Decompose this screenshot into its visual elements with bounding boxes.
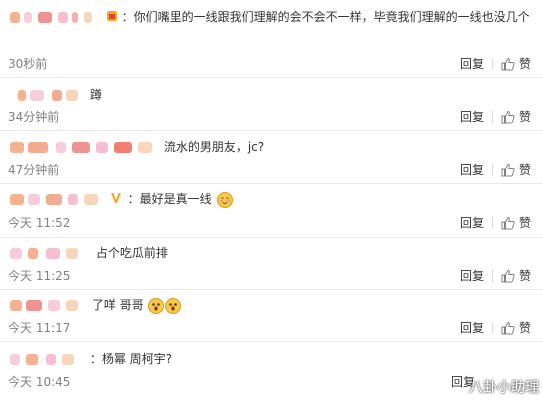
comment-actions: 回复 赞: [460, 319, 531, 336]
like-button[interactable]: 赞: [501, 108, 531, 125]
comment-item: ：最好是真一线 今天 11:52 回复 赞: [0, 184, 543, 238]
comment-item: ：杨幂 周柯宇? 今天 10:45 回复: [0, 342, 543, 403]
reply-button[interactable]: 回复: [460, 161, 484, 178]
divider: [491, 321, 493, 334]
blurred-username[interactable]: [8, 141, 158, 155]
comment-actions: 回复 赞: [460, 55, 531, 72]
comment-item: 流水的男朋友，jc? 47分钟前 回复 赞: [0, 131, 543, 184]
divider: [491, 57, 493, 70]
like-button[interactable]: 赞: [501, 55, 531, 72]
comment-item: 了咩 哥哥 今天 11:17 回复 赞: [0, 290, 543, 342]
comment-content: 了咩 哥哥: [8, 296, 535, 314]
comment-time: 今天 11:25: [8, 269, 71, 283]
reply-button[interactable]: 回复: [460, 267, 484, 284]
comment-text: 占个吃瓜前排: [95, 246, 168, 260]
comment-actions: 回复 赞: [460, 108, 531, 125]
blurred-username[interactable]: [8, 247, 90, 261]
reply-button[interactable]: 回复: [460, 55, 484, 72]
comment-text: ：最好是真一线: [127, 192, 212, 206]
blush-emoji-icon: [216, 191, 233, 208]
divider: [491, 269, 493, 282]
divider: [491, 216, 493, 229]
blurred-username[interactable]: [8, 353, 84, 367]
reply-button[interactable]: 回复: [460, 108, 484, 125]
comment-content: ：你们嘴里的一线跟我们理解的会不会不一样，毕竟我们理解的一线也没几个: [8, 8, 535, 27]
like-button[interactable]: 赞: [501, 161, 531, 178]
thumbs-up-icon: [501, 57, 515, 70]
comment-text: ：杨幂 周柯宇?: [89, 352, 173, 366]
like-label: 赞: [518, 216, 531, 230]
comment-text: 流水的男朋友，jc?: [163, 140, 265, 154]
comment-content: ：杨幂 周柯宇?: [8, 350, 535, 368]
thumbs-up-icon: [501, 110, 515, 123]
divider: [491, 110, 493, 123]
comment-content: 占个吃瓜前排: [8, 244, 535, 262]
like-button[interactable]: 赞: [501, 267, 531, 284]
like-button[interactable]: 赞: [501, 214, 531, 231]
thumbs-up-icon: [501, 216, 515, 229]
comment-item: ：你们嘴里的一线跟我们理解的会不会不一样，毕竟我们理解的一线也没几个 30秒前 …: [0, 0, 543, 78]
thumbs-up-icon: [501, 321, 515, 334]
like-label: 赞: [518, 321, 531, 335]
like-button[interactable]: 赞: [501, 319, 531, 336]
comment-time: 今天 11:17: [8, 321, 71, 335]
comment-actions: 回复 赞: [460, 214, 531, 231]
comment-time: 47分钟前: [8, 163, 60, 177]
comment-time: 今天 11:52: [8, 216, 71, 230]
comment-time: 34分钟前: [8, 110, 60, 124]
vip-badge-icon: [106, 9, 118, 27]
thumbs-up-icon: [501, 163, 515, 176]
watermark-text: 八卦小助理: [469, 380, 539, 396]
blurred-username[interactable]: [8, 89, 84, 103]
surprised-emoji-icon: [148, 297, 165, 314]
comment-content: ：最好是真一线: [8, 190, 535, 209]
divider: [491, 163, 493, 176]
comment-text: ：你们嘴里的一线跟我们理解的会不会不一样，毕竟我们理解的一线也没几个: [121, 10, 530, 24]
blurred-username[interactable]: [8, 11, 100, 25]
comment-text: 蹲: [89, 88, 102, 102]
vip-badge-icon: [110, 191, 124, 209]
like-label: 赞: [518, 110, 531, 124]
comment-item: 占个吃瓜前排 今天 11:25 回复 赞: [0, 238, 543, 290]
like-label: 赞: [518, 57, 531, 71]
reply-button[interactable]: 回复: [460, 319, 484, 336]
reply-button[interactable]: 回复: [460, 214, 484, 231]
blurred-username[interactable]: [8, 193, 104, 207]
blurred-username[interactable]: [8, 299, 86, 313]
comment-content: 蹲: [8, 86, 535, 104]
like-label: 赞: [518, 163, 531, 177]
comment-actions: 回复 赞: [460, 267, 531, 284]
comment-time: 今天 10:45: [8, 375, 71, 389]
comment-item: 蹲 34分钟前 回复 赞: [0, 78, 543, 131]
like-label: 赞: [518, 269, 531, 283]
thumbs-up-icon: [501, 269, 515, 282]
comment-actions: 回复 赞: [460, 161, 531, 178]
comment-text: 了咩 哥哥: [91, 298, 144, 312]
comment-time: 30秒前: [8, 57, 48, 71]
comment-content: 流水的男朋友，jc?: [8, 138, 535, 156]
surprised-emoji-icon: [165, 297, 182, 314]
